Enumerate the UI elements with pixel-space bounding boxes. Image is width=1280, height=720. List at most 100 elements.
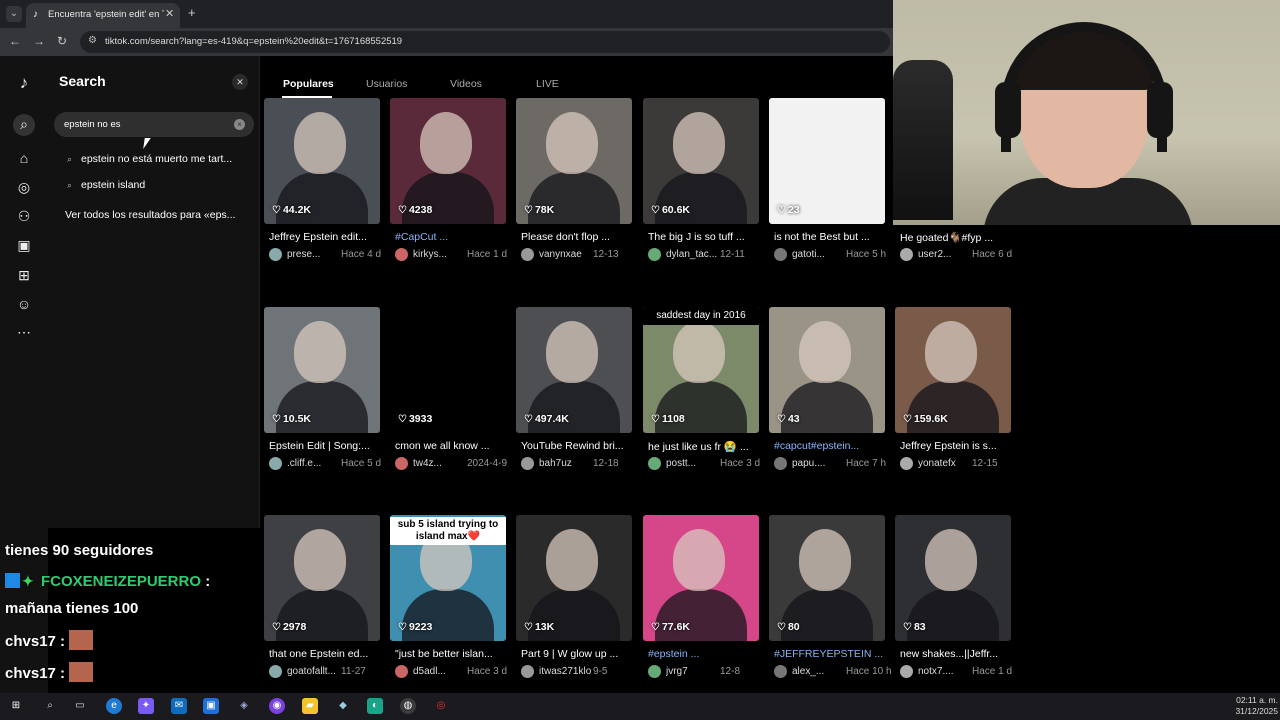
avatar[interactable] <box>900 665 913 678</box>
video-caption[interactable]: Please don't flop ... <box>521 231 631 243</box>
username[interactable]: user2... <box>918 249 970 260</box>
video-card[interactable]: ♡ 78K Please don't flop ... vanynxae 12-13 <box>516 98 632 288</box>
video-card[interactable]: ♡ 60.6K The big J is so tuff ... dylan_tac.… <box>643 98 759 288</box>
avatar[interactable] <box>269 665 282 678</box>
video-card[interactable]: sub 5 island trying to island max❤️ ♡ 9223… <box>390 515 507 705</box>
video-caption[interactable]: is not the Best but ... <box>774 231 884 243</box>
app-icon[interactable]: ◐ <box>367 698 383 714</box>
video-caption[interactable]: Part 9 | W glow up ... <box>521 648 631 660</box>
avatar[interactable] <box>521 248 534 261</box>
video-card[interactable]: ♡ 4238 #CapCut ... kirkys... Hace 1 d <box>390 98 507 288</box>
username[interactable]: postt... <box>666 458 718 469</box>
username[interactable]: itwas271klol <box>539 666 591 677</box>
video-caption[interactable]: The big J is so tuff ... <box>648 231 758 243</box>
tab-usuarios[interactable]: Usuarios <box>366 78 407 90</box>
avatar[interactable] <box>774 248 787 261</box>
username[interactable]: dylan_tac... <box>666 249 718 260</box>
username[interactable]: jvrg7 <box>666 666 718 677</box>
avatar[interactable] <box>648 248 661 261</box>
video-card[interactable]: ♡ 23 is not the Best but ... gatoti... Hace … <box>769 98 886 288</box>
new-tab-icon[interactable]: + <box>188 5 196 20</box>
avatar[interactable] <box>521 457 534 470</box>
mail-icon[interactable]: ✉ <box>171 698 187 714</box>
video-card[interactable]: ♡ 44.2K Jeffrey Epstein edit... prese... Hac… <box>264 98 381 288</box>
home-icon[interactable]: ⌂ <box>14 148 34 168</box>
start-icon[interactable]: ⊞ <box>8 698 24 714</box>
avatar[interactable] <box>774 457 787 470</box>
app-icon[interactable]: ◆ <box>335 698 351 714</box>
avatar[interactable] <box>395 665 408 678</box>
back-icon[interactable]: ← <box>9 34 21 48</box>
upload-icon[interactable]: ⊞ <box>14 265 34 285</box>
avatar[interactable] <box>269 248 282 261</box>
search-input[interactable] <box>64 117 224 132</box>
video-caption[interactable]: He goated🐐#fyp ... <box>900 231 1010 244</box>
username[interactable]: bah7uz <box>539 458 591 469</box>
video-card[interactable]: ♡ 159.6K Jeffrey Epstein is s... yonatefx 12… <box>895 307 1011 497</box>
video-caption[interactable]: #epstein ... <box>648 648 758 660</box>
following-icon[interactable]: ⚇ <box>14 206 34 226</box>
explore-icon[interactable]: ◎ <box>14 177 34 197</box>
forward-icon[interactable]: → <box>33 34 45 48</box>
tab-populares[interactable]: Populares <box>283 78 334 90</box>
avatar[interactable] <box>648 665 661 678</box>
tab-search-icon[interactable]: ⌄ <box>6 6 22 22</box>
video-card[interactable]: ♡ 3933 cmon we all know ... tw4z... 2024-4-9 <box>390 307 507 497</box>
browser-tab[interactable]: ♪ Encuentra 'epstein edit' en TikTok ✕ <box>26 3 180 28</box>
avatar[interactable] <box>269 457 282 470</box>
site-info-icon[interactable]: ⚙ <box>88 35 97 46</box>
avatar[interactable] <box>395 457 408 470</box>
system-clock[interactable]: 02:11 a. m. 31/12/2025 <box>1224 695 1278 717</box>
video-caption[interactable]: that one Epstein ed... <box>269 648 379 660</box>
search-box[interactable]: × <box>54 112 254 137</box>
video-caption[interactable]: Jeffrey Epstein is s... <box>900 440 1010 452</box>
profile-icon[interactable]: ☺ <box>14 294 34 314</box>
video-card[interactable]: saddest day in 2016 ♡ 1108 he just like us … <box>643 307 760 497</box>
username[interactable]: .cliff.e... <box>287 458 339 469</box>
username[interactable]: alex_... <box>792 666 844 677</box>
avatar[interactable] <box>900 248 913 261</box>
video-caption[interactable]: cmon we all know ... <box>395 440 505 452</box>
username[interactable]: yonatefx <box>918 458 970 469</box>
username[interactable]: goatofallt... <box>287 666 339 677</box>
discord-icon[interactable]: ◈ <box>236 698 252 714</box>
video-caption[interactable]: "just be better islan... <box>395 648 505 660</box>
avatar[interactable] <box>395 248 408 261</box>
username[interactable]: papu.... <box>792 458 844 469</box>
avatar[interactable] <box>900 457 913 470</box>
video-caption[interactable]: new shakes...||Jeffr... <box>900 648 1010 660</box>
close-tab-icon[interactable]: ✕ <box>165 7 174 20</box>
video-caption[interactable]: #capcut#epstein... <box>774 440 884 452</box>
task-view-icon[interactable]: ▭ <box>72 698 88 714</box>
reload-icon[interactable]: ↻ <box>57 34 67 48</box>
file-explorer-icon[interactable]: ▰ <box>302 698 318 714</box>
live-icon[interactable]: ▣ <box>14 235 34 255</box>
video-caption[interactable]: Epstein Edit | Song:... <box>269 440 379 452</box>
video-card[interactable]: ♡ 497.4K YouTube Rewind bri... bah7uz 12-18 <box>516 307 632 497</box>
avatar[interactable] <box>774 665 787 678</box>
store-icon[interactable]: ▣ <box>203 698 219 714</box>
video-caption[interactable]: #JEFFREYEPSTEIN ... <box>774 648 884 660</box>
address-bar[interactable]: ⚙ tiktok.com/search?lang=es-419&q=epstei… <box>80 31 890 53</box>
search-suggestion[interactable]: ⌕ epstein island <box>67 179 252 197</box>
url-text[interactable]: tiktok.com/search?lang=es-419&q=epstein%… <box>105 36 402 47</box>
see-all-results-link[interactable]: Ver todos los resultados para «eps... <box>65 209 251 221</box>
video-card[interactable]: ♡ 80 #JEFFREYEPSTEIN ... alex_... Hace 10 h <box>769 515 892 705</box>
username[interactable]: d5adl... <box>413 666 465 677</box>
video-caption[interactable]: Jeffrey Epstein edit... <box>269 231 379 243</box>
username[interactable]: prese... <box>287 249 339 260</box>
close-icon[interactable]: ✕ <box>232 74 248 90</box>
tiktok-logo-icon[interactable]: ♪ <box>14 73 34 93</box>
tab-videos[interactable]: Videos <box>450 78 482 90</box>
video-card[interactable]: ♡ 43 #capcut#epstein... papu.... Hace 7 h <box>769 307 886 497</box>
taskbar-search-icon[interactable]: ⌕ <box>42 698 58 714</box>
copilot-icon[interactable]: ✦ <box>138 698 154 714</box>
chrome-icon[interactable]: ◍ <box>400 698 416 714</box>
clear-search-icon[interactable]: × <box>234 119 245 130</box>
username[interactable]: notx7.... <box>918 666 970 677</box>
video-card[interactable]: ♡ 10.5K Epstein Edit | Song:... .cliff.e...… <box>264 307 381 497</box>
search-suggestion[interactable]: ⌕ epstein no está muerto me tart... <box>67 153 252 171</box>
video-card[interactable]: ♡ 2978 that one Epstein ed... goatofallt...… <box>264 515 380 705</box>
video-caption[interactable]: YouTube Rewind bri... <box>521 440 631 452</box>
video-card[interactable]: ♡ 77.6K #epstein ... jvrg7 12-8 <box>643 515 759 705</box>
